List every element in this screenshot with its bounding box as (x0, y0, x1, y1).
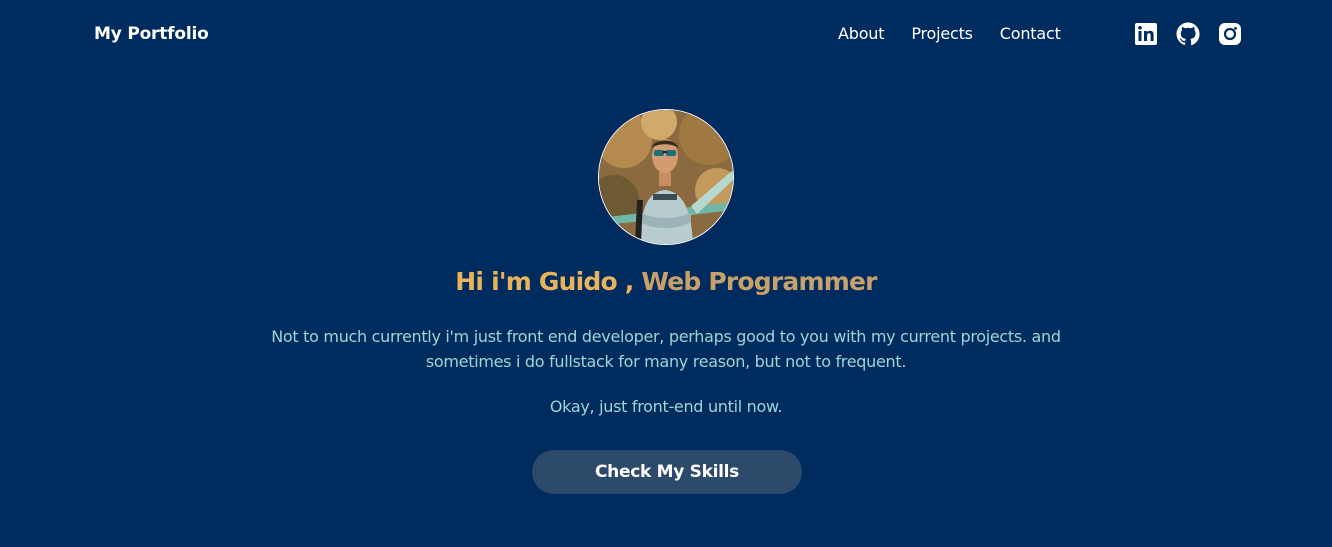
main-nav: About Projects Contact (838, 24, 1061, 43)
instagram-icon (1219, 23, 1241, 45)
portfolio-page: My Portfolio About Projects Contact Hi i… (0, 0, 1332, 547)
github-icon (1176, 22, 1200, 46)
headline-greeting: Hi i'm Guido , (455, 267, 634, 296)
instagram-link[interactable] (1218, 22, 1242, 46)
linkedin-icon (1135, 23, 1157, 45)
nav-link-projects[interactable]: Projects (911, 24, 973, 43)
profile-photo (598, 109, 734, 245)
brand-logo-link[interactable]: My Portfolio (94, 24, 209, 44)
hero-intro-text: Not to much currently i'm just front end… (271, 327, 1061, 371)
social-links (1134, 22, 1242, 46)
hero-headline: Hi i'm Guido , Web Programmer (0, 267, 1332, 296)
nav-link-about[interactable]: About (838, 24, 885, 43)
hero-note-text: Okay, just front-end until now. (549, 397, 783, 416)
linkedin-link[interactable] (1134, 22, 1158, 46)
nav-link-contact[interactable]: Contact (1000, 24, 1061, 43)
profile-photo-illustration (599, 110, 733, 244)
headline-role: Web Programmer (641, 267, 877, 296)
github-link[interactable] (1176, 22, 1200, 46)
check-skills-button[interactable]: Check My Skills (532, 450, 802, 494)
